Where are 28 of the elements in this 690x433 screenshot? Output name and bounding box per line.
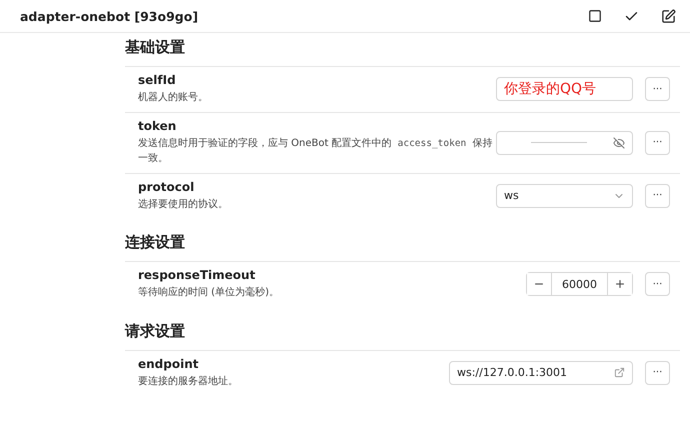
setting-description: 要连接的服务器地址。 xyxy=(138,374,239,389)
eye-off-icon[interactable] xyxy=(613,136,625,149)
setting-name: responseTimeout xyxy=(138,268,256,282)
more-button[interactable]: ··· xyxy=(645,184,670,208)
setting-description: 发送信息时用于验证的字段，应与 OneBot 配置文件中的 access_token 保持一致。 xyxy=(138,136,494,166)
more-button[interactable]: ··· xyxy=(645,360,670,385)
setting-name: protocol xyxy=(138,180,196,194)
external-link-icon[interactable] xyxy=(614,367,625,378)
url-field[interactable]: ws://127.0.0.1:3001 xyxy=(449,360,633,385)
setting-name: selfId xyxy=(138,73,177,87)
page-title: adapter-onebot [93o9go] xyxy=(20,8,200,24)
plus-icon xyxy=(614,278,626,290)
more-button[interactable]: ··· xyxy=(645,130,670,155)
setting-name: endpoint xyxy=(138,356,200,371)
edit-icon[interactable] xyxy=(661,8,676,24)
input-field[interactable]: 你登录的QQ号 xyxy=(496,77,633,102)
setting-description: 等待响应的时间 (单位为毫秒)。 xyxy=(138,286,280,300)
square-icon[interactable] xyxy=(588,9,602,23)
more-button[interactable]: ··· xyxy=(645,272,670,296)
setting-description: 选择要使用的协议。 xyxy=(138,198,229,212)
section-title: 连接设置 xyxy=(125,232,186,254)
setting-name: token xyxy=(138,118,178,132)
more-button[interactable]: ··· xyxy=(645,77,670,102)
section-title: 请求设置 xyxy=(125,320,186,342)
setting-description: 机器人的账号。 xyxy=(138,90,209,105)
password-field[interactable] xyxy=(496,130,633,155)
select-field[interactable]: ws xyxy=(496,184,633,208)
section-title: 基础设置 xyxy=(125,37,186,58)
